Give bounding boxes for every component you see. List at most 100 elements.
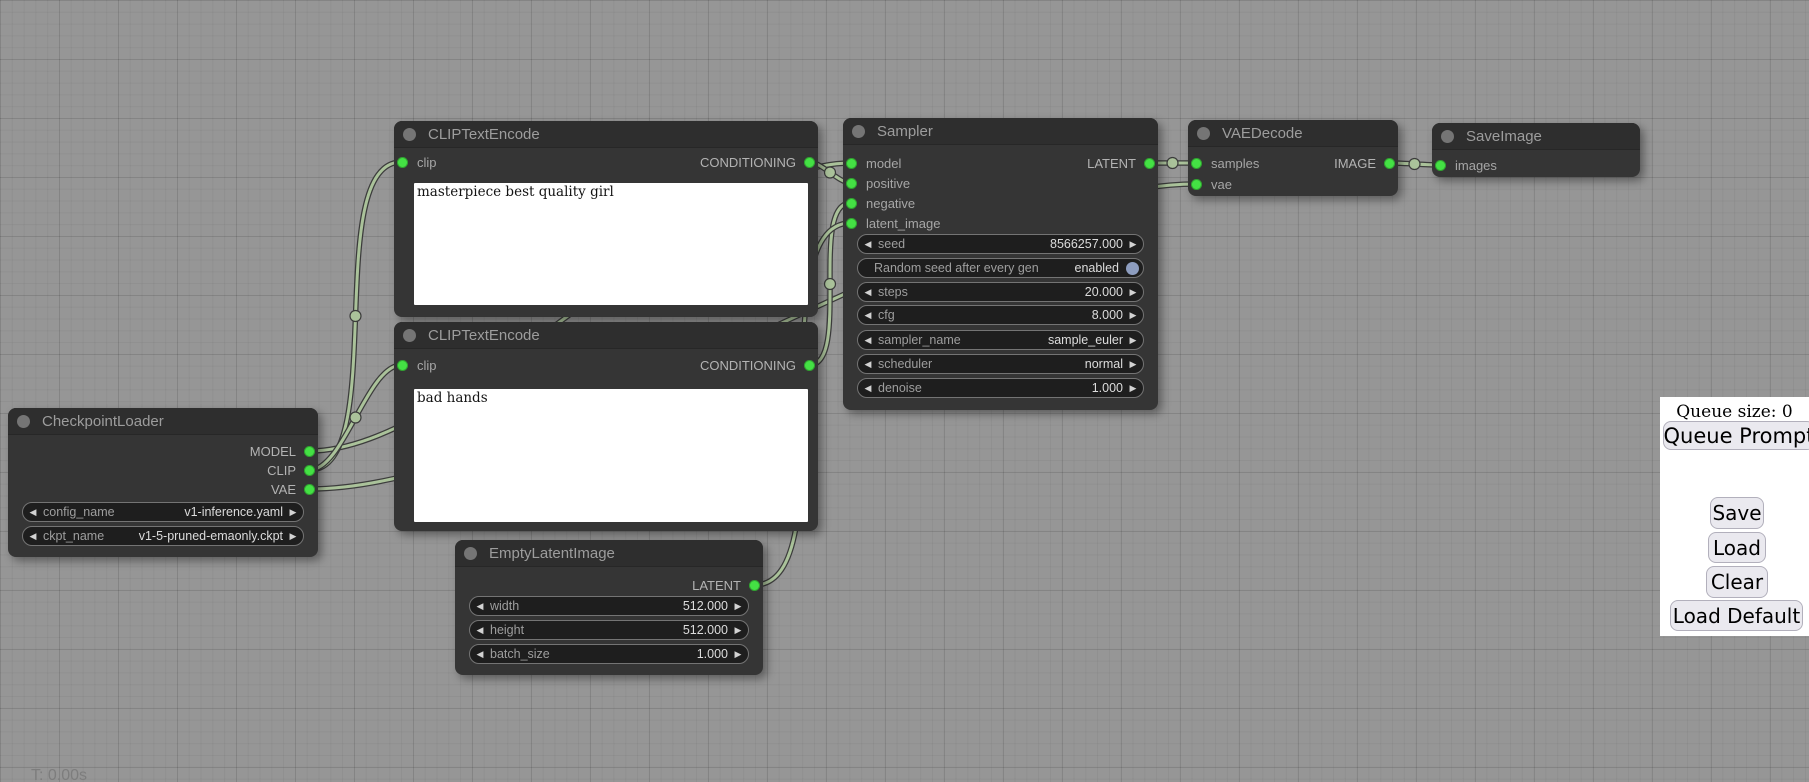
input-slot-label: positive (866, 176, 910, 191)
output-port-icon[interactable] (304, 465, 315, 476)
input-port-icon[interactable] (1435, 160, 1446, 171)
collapse-dot-icon[interactable] (17, 415, 30, 428)
input-port-icon[interactable] (397, 157, 408, 168)
left-arrow-icon[interactable]: ◀ (858, 335, 878, 346)
right-arrow-icon[interactable]: ▶ (728, 649, 748, 660)
right-arrow-icon[interactable]: ▶ (1123, 359, 1143, 370)
node-titlebar[interactable]: SaveImage (1432, 123, 1640, 150)
output-port-icon[interactable] (1144, 158, 1155, 169)
collapse-dot-icon[interactable] (1441, 130, 1454, 143)
node-clip-text-encode-negative[interactable]: CLIPTextEncodeclipCONDITIONINGbad hands (394, 322, 818, 531)
collapse-dot-icon[interactable] (852, 125, 865, 138)
widget-denoise[interactable]: ◀denoise1.000▶ (857, 378, 1144, 398)
widget-config-name[interactable]: ◀config_namev1-inference.yaml▶ (22, 502, 304, 522)
load-default-button[interactable]: Load Default (1670, 600, 1803, 631)
node-empty-latent-image[interactable]: EmptyLatentImageLATENT◀width512.000▶◀hei… (455, 540, 763, 675)
widget-value: sample_euler (1048, 333, 1123, 347)
node-titlebar[interactable]: EmptyLatentImage (455, 540, 763, 567)
input-port-icon[interactable] (846, 178, 857, 189)
input-port-icon[interactable] (846, 218, 857, 229)
node-titlebar[interactable]: CLIPTextEncode (394, 322, 818, 349)
widget-width[interactable]: ◀width512.000▶ (469, 596, 749, 616)
collapse-dot-icon[interactable] (464, 547, 477, 560)
widget-ckpt-name[interactable]: ◀ckpt_namev1-5-pruned-emaonly.ckpt▶ (22, 526, 304, 546)
widget-sampler-name[interactable]: ◀sampler_namesample_euler▶ (857, 330, 1144, 350)
input-slot-latent_image: latent_image (845, 214, 940, 232)
input-port-icon[interactable] (397, 360, 408, 371)
output-slot-label: MODEL (250, 444, 296, 459)
queue-prompt-button[interactable]: Queue Prompt (1663, 421, 1809, 450)
right-arrow-icon[interactable]: ▶ (283, 531, 303, 542)
output-port-icon[interactable] (304, 446, 315, 457)
node-vae-decode[interactable]: VAEDecodesamplesvaeIMAGE (1188, 120, 1398, 196)
widget-steps[interactable]: ◀steps20.000▶ (857, 282, 1144, 302)
right-arrow-icon[interactable]: ▶ (1123, 310, 1143, 321)
widget-scheduler[interactable]: ◀schedulernormal▶ (857, 354, 1144, 374)
node-titlebar[interactable]: VAEDecode (1188, 120, 1398, 147)
load-button[interactable]: Load (1708, 532, 1766, 563)
node-titlebar[interactable]: Sampler (843, 118, 1158, 145)
right-arrow-icon[interactable]: ▶ (283, 507, 303, 518)
collapse-dot-icon[interactable] (403, 128, 416, 141)
widget-value: 1.000 (697, 647, 728, 661)
widget-seed[interactable]: ◀seed8566257.000▶ (857, 234, 1144, 254)
left-arrow-icon[interactable]: ◀ (858, 383, 878, 394)
widget-random-seed-after-every-gen[interactable]: Random seed after every genenabled (857, 258, 1144, 278)
node-titlebar[interactable]: CLIPTextEncode (394, 121, 818, 148)
left-arrow-icon[interactable]: ◀ (858, 239, 878, 250)
input-slot-vae: vae (1190, 175, 1232, 193)
left-arrow-icon[interactable]: ◀ (470, 625, 490, 636)
input-slot-model: model (845, 154, 901, 172)
toggle-dot-icon[interactable] (1126, 262, 1139, 275)
right-arrow-icon[interactable]: ▶ (1123, 335, 1143, 346)
widget-cfg[interactable]: ◀cfg8.000▶ (857, 305, 1144, 325)
collapse-dot-icon[interactable] (403, 329, 416, 342)
clear-button[interactable]: Clear (1706, 566, 1768, 598)
widget-height[interactable]: ◀height512.000▶ (469, 620, 749, 640)
right-arrow-icon[interactable]: ▶ (1123, 287, 1143, 298)
widget-label: seed (878, 237, 905, 251)
input-slot-label: vae (1211, 177, 1232, 192)
output-slot-label: VAE (271, 482, 296, 497)
node-title-text: CLIPTextEncode (428, 126, 540, 143)
prompt-textarea[interactable]: bad hands (414, 389, 808, 522)
save-button[interactable]: Save (1710, 497, 1764, 529)
link-midpoint-dot (825, 279, 836, 290)
right-arrow-icon[interactable]: ▶ (1123, 239, 1143, 250)
left-arrow-icon[interactable]: ◀ (23, 507, 43, 518)
node-clip-text-encode-positive[interactable]: CLIPTextEncodeclipCONDITIONINGmasterpiec… (394, 121, 818, 317)
right-arrow-icon[interactable]: ▶ (728, 625, 748, 636)
left-arrow-icon[interactable]: ◀ (858, 359, 878, 370)
right-arrow-icon[interactable]: ▶ (728, 601, 748, 612)
node-save-image[interactable]: SaveImageimages (1432, 123, 1640, 177)
input-port-icon[interactable] (846, 158, 857, 169)
node-checkpoint-loader[interactable]: CheckpointLoaderMODELCLIPVAE◀config_name… (8, 408, 318, 557)
left-arrow-icon[interactable]: ◀ (470, 601, 490, 612)
widget-label: cfg (878, 308, 895, 322)
left-arrow-icon[interactable]: ◀ (858, 310, 878, 321)
queue-size-label: Queue size: 0 (1660, 402, 1809, 422)
node-title-text: CLIPTextEncode (428, 327, 540, 344)
left-arrow-icon[interactable]: ◀ (470, 649, 490, 660)
output-port-icon[interactable] (1384, 158, 1395, 169)
left-arrow-icon[interactable]: ◀ (858, 287, 878, 298)
output-port-icon[interactable] (749, 580, 760, 591)
node-graph-canvas[interactable]: CheckpointLoaderMODELCLIPVAE◀config_name… (0, 0, 1809, 782)
widget-batch-size[interactable]: ◀batch_size1.000▶ (469, 644, 749, 664)
output-slot-conditioning: CONDITIONING (700, 356, 816, 374)
input-port-icon[interactable] (1191, 158, 1202, 169)
collapse-dot-icon[interactable] (1197, 127, 1210, 140)
node-titlebar[interactable]: CheckpointLoader (8, 408, 318, 435)
input-port-icon[interactable] (846, 198, 857, 209)
right-arrow-icon[interactable]: ▶ (1123, 383, 1143, 394)
output-port-icon[interactable] (804, 157, 815, 168)
node-sampler[interactable]: Samplermodelpositivenegativelatent_image… (843, 118, 1158, 410)
link-midpoint-dot (350, 412, 361, 423)
output-port-icon[interactable] (304, 484, 315, 495)
prompt-textarea[interactable]: masterpiece best quality girl (414, 183, 808, 305)
output-port-icon[interactable] (804, 360, 815, 371)
input-port-icon[interactable] (1191, 179, 1202, 190)
link-midpoint-dot (350, 311, 361, 322)
link-midpoint-dot (1167, 158, 1178, 169)
left-arrow-icon[interactable]: ◀ (23, 531, 43, 542)
